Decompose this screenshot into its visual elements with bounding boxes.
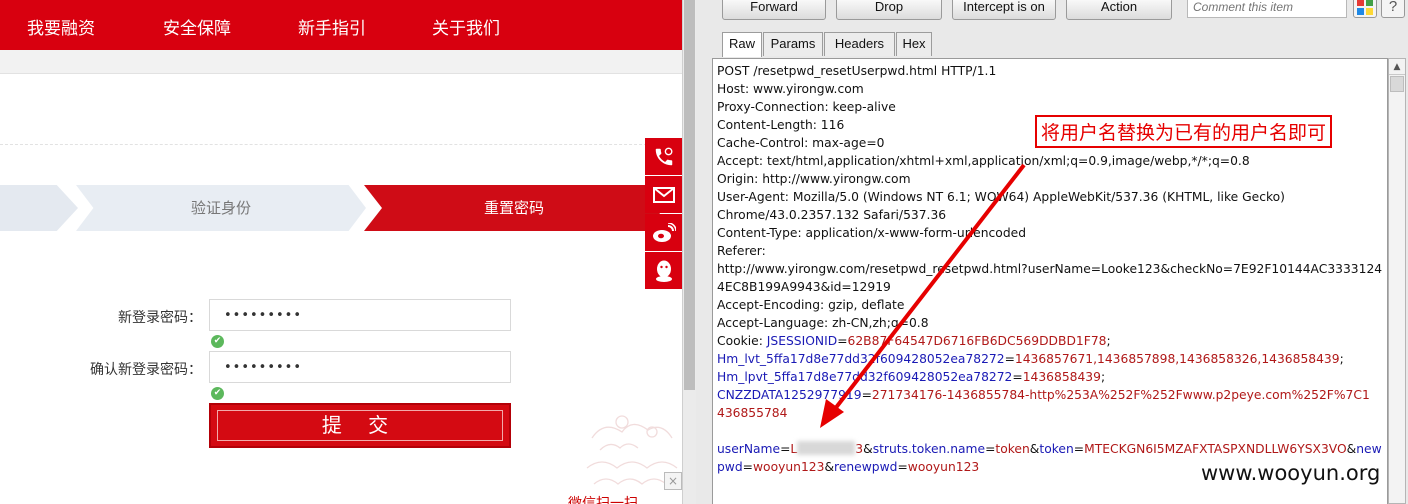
param-key: pwd: [717, 460, 743, 474]
confirm-password-field[interactable]: [209, 351, 511, 383]
param-key: struts.token.name: [872, 442, 986, 456]
weibo-icon[interactable]: [645, 214, 682, 251]
forward-button[interactable]: Forward: [722, 0, 826, 20]
header-line: Referer:: [717, 244, 766, 258]
param-value: MTECKGN6I5MZAFXTASPXNDLLW6YSX3VO: [1084, 442, 1347, 456]
floating-share-bar: [645, 138, 682, 290]
editor-scrollbar[interactable]: ▲: [1388, 58, 1406, 504]
qq-icon[interactable]: [645, 252, 682, 289]
new-password-label: 新登录密码：: [118, 310, 202, 326]
header-line: Chrome/43.0.2357.132 Safari/537.36: [717, 208, 947, 222]
header-line: User-Agent: Mozilla/5.0 (Windows NT 6.1;…: [717, 190, 1285, 204]
sub-bar: [0, 50, 682, 74]
body-line: userName=L 3&struts.token.name=token&toke…: [717, 441, 1382, 456]
param-key: new: [1356, 442, 1382, 456]
scrollbar-thumb[interactable]: [1390, 76, 1404, 92]
close-icon[interactable]: ×: [664, 472, 682, 490]
param-key: userName: [717, 442, 781, 456]
help-button[interactable]: ?: [1381, 0, 1405, 18]
header-line: Proxy-Connection: keep-alive: [717, 100, 896, 114]
step-previous: [0, 185, 78, 231]
progress-steps: 验证身份 重置密码: [0, 185, 682, 231]
header-line: Accept-Language: zh-CN,zh;q=0.8: [717, 316, 929, 330]
tab-params[interactable]: Params: [763, 32, 823, 56]
cookie-key: Hm_lpvt_5ffa17d8e77dd32f609428052ea78272: [717, 370, 1013, 384]
cookie-prefix: Cookie:: [717, 334, 767, 348]
intercept-toggle-button[interactable]: Intercept is on: [952, 0, 1056, 20]
scrollbar-thumb[interactable]: [684, 0, 695, 390]
phone-icon[interactable]: [645, 138, 682, 175]
nav-item-security[interactable]: 安全保障: [163, 14, 231, 39]
param-value: wooyun123: [752, 460, 825, 474]
step-reset-password: 重置密码: [364, 185, 664, 231]
cookie-value: 436855784: [717, 406, 788, 420]
watermark: www.wooyun.org: [1201, 461, 1381, 485]
step-verify-identity: 验证身份: [76, 185, 366, 231]
cookie-line: Hm_lvt_5ffa17d8e77dd32f609428052ea78272=…: [717, 352, 1344, 366]
header-line: Accept-Encoding: gzip, deflate: [717, 298, 905, 312]
param-value: 3: [855, 442, 864, 456]
param-key: token: [1039, 442, 1074, 456]
cookie-key: JSESSIONID: [766, 334, 838, 348]
header-line: 4EC8B199A9943&id=12919: [717, 280, 891, 294]
divider: [0, 144, 682, 145]
header-line: Content-Type: application/x-www-form-url…: [717, 226, 1027, 240]
confirm-password-label: 确认新登录密码：: [90, 362, 202, 378]
annotation-callout: 将用户名替换为已有的用户名即可: [1035, 115, 1333, 148]
cookie-line: Cookie: JSESSIONID=62B87F64547D6716FB6DC…: [717, 334, 1111, 348]
new-password-field[interactable]: [209, 299, 511, 331]
cookie-key: Hm_lvt_5ffa17d8e77dd32f609428052ea78272: [717, 352, 1005, 366]
request-line: POST /resetpwd_resetUserpwd.html HTTP/1.…: [717, 64, 997, 78]
tab-headers[interactable]: Headers: [824, 32, 895, 56]
cookie-line: Hm_lpvt_5ffa17d8e77dd32f609428052ea78272…: [717, 370, 1106, 384]
proxy-intercept-panel: Forward Drop Intercept is on Action ? Ra…: [696, 0, 1408, 504]
param-value: wooyun123: [907, 460, 980, 474]
param-key: renewpwd: [834, 460, 898, 474]
highlight-color-icon[interactable]: [1353, 0, 1377, 18]
website-panel: 我要融资 安全保障 新手指引 关于我们 验证身份 重置密码 新登录密码： ✔ 确…: [0, 0, 682, 504]
check-icon: ✔: [211, 387, 224, 400]
comment-field[interactable]: [1187, 0, 1347, 18]
header-line: Accept: text/html,application/xhtml+xml,…: [717, 154, 1250, 168]
cookie-value: 1436857671,1436857898,1436858326,1436858…: [1014, 352, 1340, 366]
drop-button[interactable]: Drop: [836, 0, 942, 20]
header-line: Host: www.yirongw.com: [717, 82, 864, 96]
tab-raw[interactable]: Raw: [722, 32, 762, 57]
param-value: L: [790, 442, 798, 456]
cookie-value: 1436858439: [1022, 370, 1101, 384]
scroll-up-icon[interactable]: ▲: [1389, 59, 1405, 75]
header-line: http://www.yirongw.com/resetpwd_resetpwd…: [717, 262, 1383, 276]
page-scrollbar[interactable]: [682, 0, 696, 504]
redacted-blur: [797, 441, 856, 455]
submit-button[interactable]: 提 交: [209, 403, 511, 448]
cookie-value: 271734176-1436855784-http%253A%252F%252F…: [871, 388, 1370, 402]
tab-hex[interactable]: Hex: [896, 32, 932, 56]
header-line: Origin: http://www.yirongw.com: [717, 172, 911, 186]
cookie-line: 436855784: [717, 404, 1385, 422]
cookie-line: CNZZDATA1252977919=271734176-1436855784-…: [717, 388, 1370, 402]
mail-icon[interactable]: [645, 176, 682, 213]
cookie-key: CNZZDATA1252977919: [717, 388, 862, 402]
check-icon: ✔: [211, 335, 224, 348]
nav-item-financing[interactable]: 我要融资: [27, 14, 95, 39]
param-value: token: [995, 442, 1030, 456]
action-button[interactable]: Action: [1066, 0, 1172, 20]
top-navigation: 我要融资 安全保障 新手指引 关于我们: [0, 0, 682, 50]
cookie-value: 62B87F64547D6716FB6DC569DDBD1F78: [847, 334, 1107, 348]
nav-item-about[interactable]: 关于我们: [432, 14, 500, 39]
nav-item-guide[interactable]: 新手指引: [298, 14, 366, 39]
weixin-scan-text: 微信扫一扫: [568, 496, 638, 504]
